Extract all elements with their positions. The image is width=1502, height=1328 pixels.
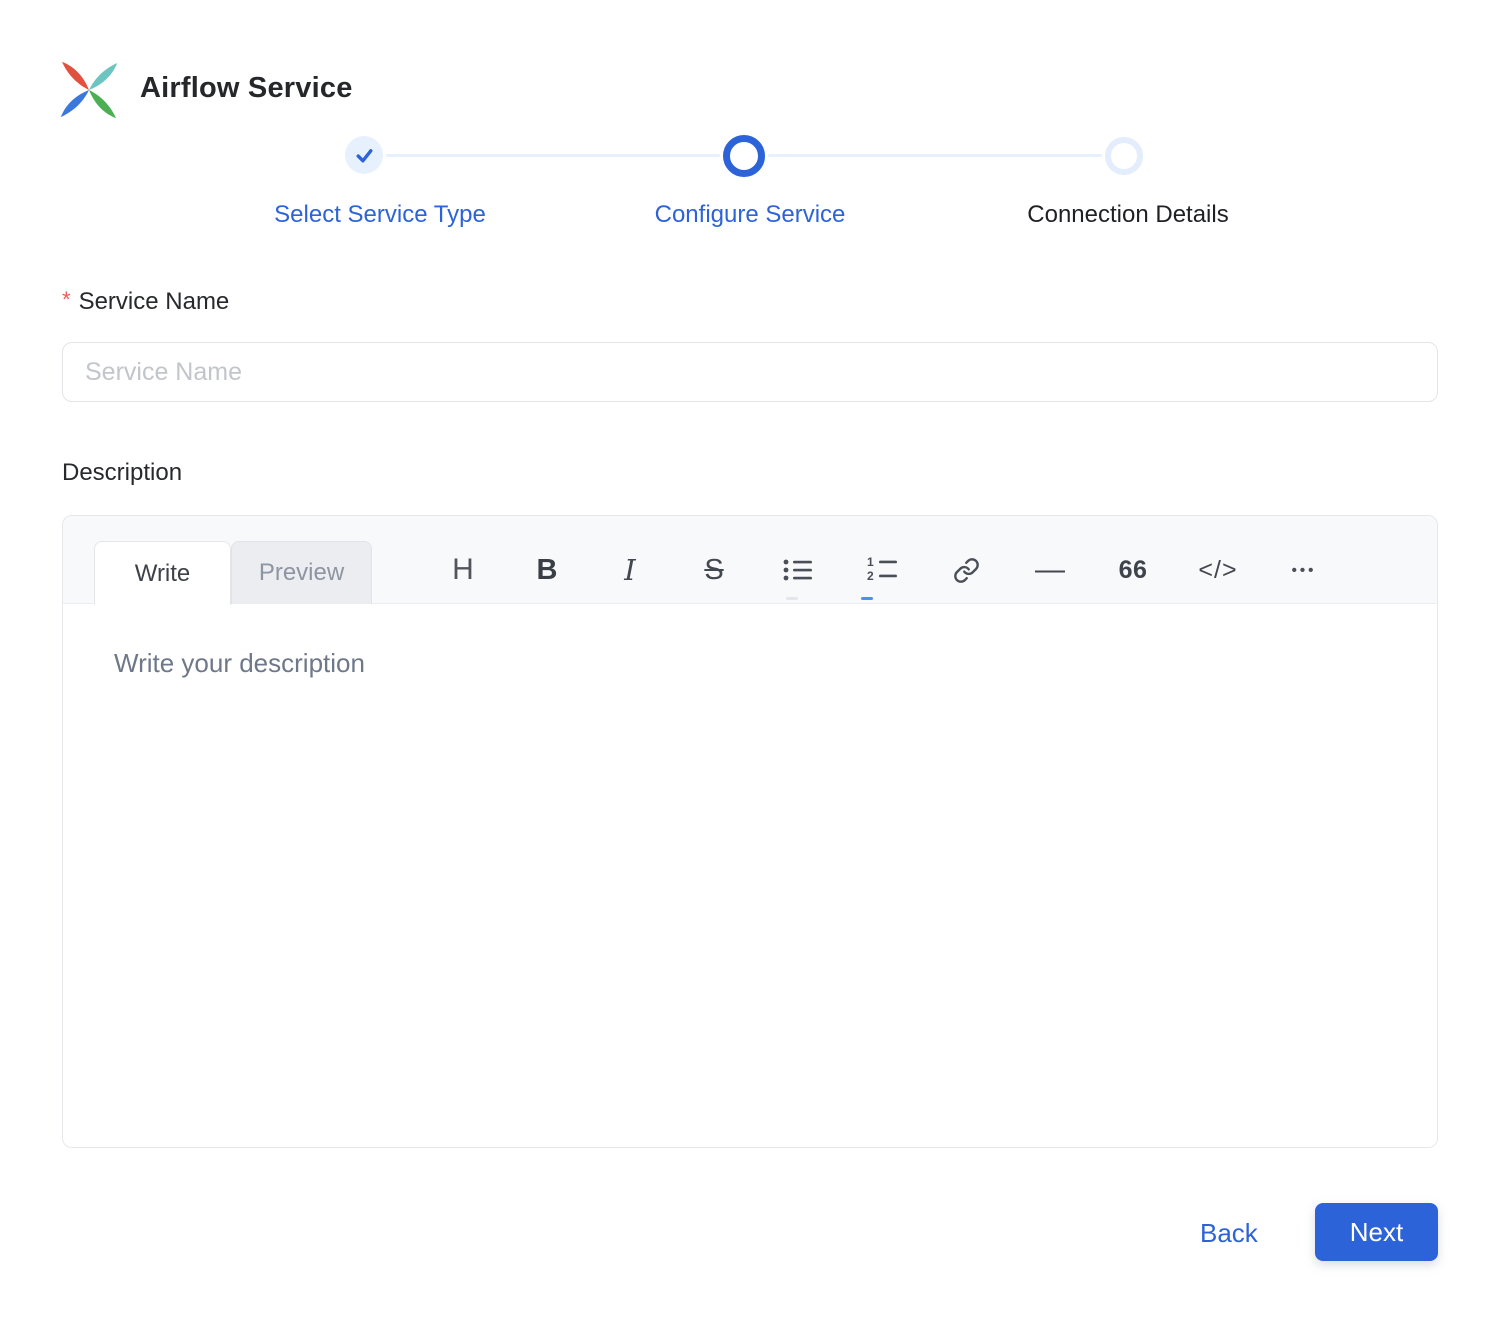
check-icon (356, 148, 372, 162)
tab-write[interactable]: Write (94, 541, 231, 605)
service-name-label-text: Service Name (78, 288, 230, 315)
link-icon (953, 557, 979, 583)
bulleted-list-icon (783, 559, 812, 581)
italic-button[interactable]: I (604, 542, 656, 598)
horizontal-rule-button[interactable]: — (1024, 542, 1076, 598)
quote-icon: 66 (1118, 555, 1148, 584)
step-completed-circle (345, 136, 383, 174)
service-name-label: * Service Name (62, 287, 229, 316)
step-active-circle (723, 135, 765, 177)
svg-text:2: 2 (867, 569, 874, 583)
wizard-stepper: Select Service Type Configure Service Co… (0, 0, 1502, 240)
description-editor-area[interactable]: Write your description (63, 604, 1437, 1147)
link-button[interactable] (940, 542, 992, 598)
stepper-connector (768, 154, 1102, 157)
more-button[interactable]: ••• (1278, 542, 1330, 598)
tab-preview-label: Preview (258, 559, 345, 586)
numbered-list-icon: 1 2 (867, 556, 897, 583)
step-label-select-service-type: Select Service Type (274, 201, 486, 228)
code-icon: </> (1198, 555, 1238, 584)
next-button[interactable]: Next (1315, 1203, 1438, 1261)
description-editor: Write Preview H B I S 1 2 — 66 </> ••• W… (62, 515, 1438, 1148)
strikethrough-button[interactable]: S (688, 542, 740, 598)
airflow-service-wizard: Airflow Service Select Service Type Conf… (0, 0, 1502, 1328)
step-label-configure-service: Configure Service (654, 201, 846, 228)
step-label-connection-details: Connection Details (1027, 201, 1229, 228)
svg-text:1: 1 (867, 556, 874, 569)
numbered-list-button[interactable]: 1 2 (857, 542, 909, 598)
code-button[interactable]: </> (1192, 542, 1244, 598)
strikethrough-icon: S (704, 553, 724, 586)
quote-button[interactable]: 66 (1107, 542, 1159, 598)
horizontal-rule-icon: — (1035, 553, 1065, 586)
description-label: Description (62, 459, 183, 486)
stepper-connector (386, 154, 720, 157)
description-placeholder: Write your description (114, 648, 365, 678)
tab-preview[interactable]: Preview (231, 541, 372, 605)
numbered-list-caret (861, 597, 873, 600)
editor-toolbar: Write Preview H B I S 1 2 — 66 </> ••• (63, 516, 1437, 605)
bulleted-list-caret (786, 597, 798, 600)
tab-write-label: Write (134, 559, 191, 587)
bulleted-list-button[interactable] (772, 542, 824, 598)
required-marker: * (62, 287, 71, 312)
heading-icon: H (452, 553, 474, 586)
more-icon: ••• (1291, 561, 1317, 579)
heading-button[interactable]: H (437, 542, 489, 598)
step-upcoming-circle (1105, 137, 1143, 175)
bold-icon: B (536, 553, 558, 586)
service-name-input[interactable] (62, 342, 1438, 402)
bold-button[interactable]: B (521, 542, 573, 598)
back-button[interactable]: Back (1200, 1218, 1258, 1249)
italic-icon: I (624, 553, 636, 587)
